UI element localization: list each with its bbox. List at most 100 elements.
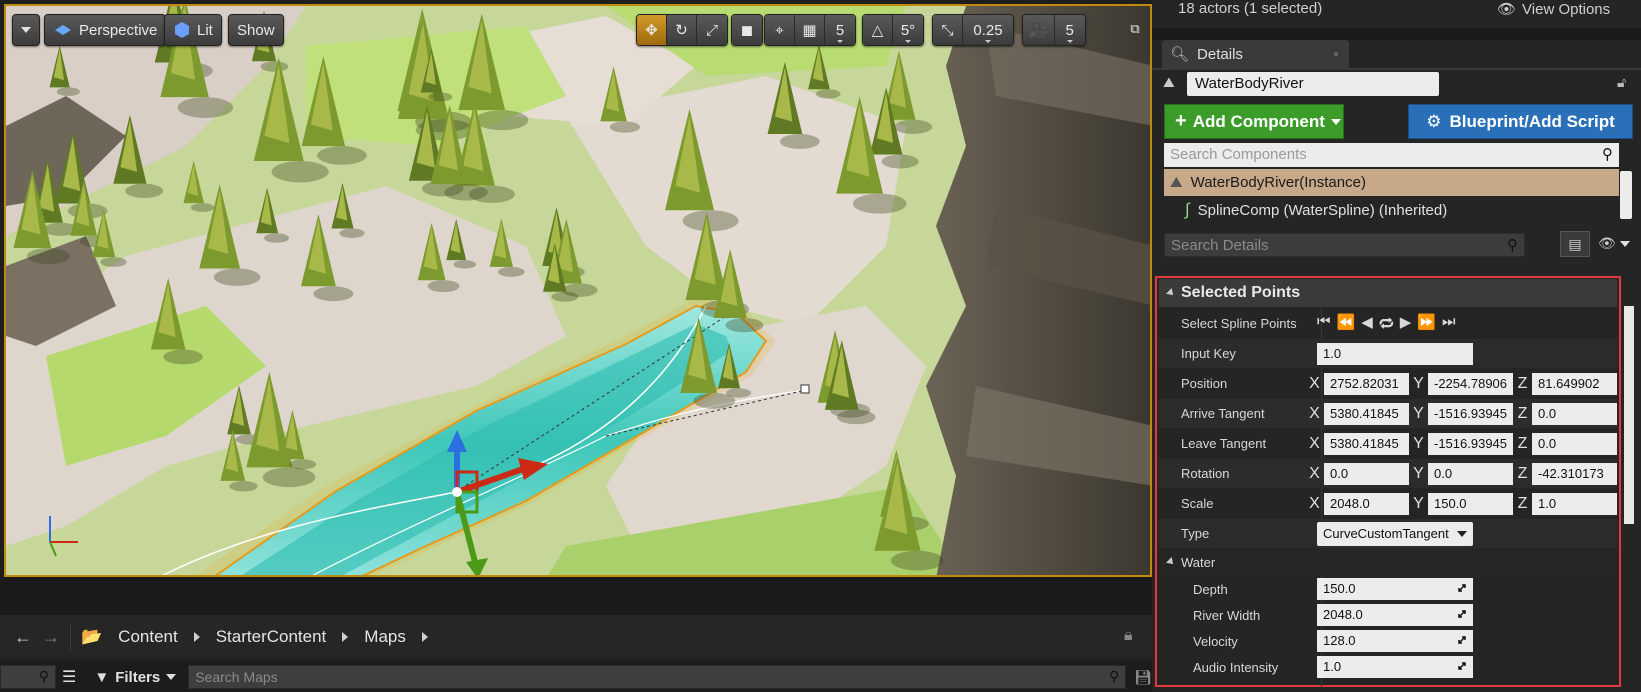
breadcrumb-content[interactable]: Content	[118, 627, 178, 647]
arrive-y-field[interactable]: -1516.93945	[1428, 402, 1513, 425]
axis-z-label: Z	[1517, 494, 1528, 512]
grid-snap-value[interactable]: 5	[825, 15, 855, 45]
rotation-x-field[interactable]: 0.0	[1324, 462, 1409, 485]
select-first-icon[interactable]: ⏮	[1317, 313, 1331, 335]
scale-snap-value[interactable]: 0.25	[963, 15, 1013, 45]
components-scrollbar[interactable]	[1620, 171, 1632, 219]
lock-icon[interactable]: 🔓︎	[1617, 74, 1626, 91]
axis-y-label: Y	[1413, 404, 1424, 422]
chevron-down-icon	[1066, 40, 1073, 43]
camera-icon: 🎥	[1029, 22, 1048, 39]
viewport-scene[interactable]	[6, 6, 1152, 577]
chevron-right-icon[interactable]	[421, 632, 428, 642]
tab-close-icon[interactable]: ●	[1333, 49, 1339, 60]
level-viewport[interactable]: Perspective Lit Show ✥ ↻ ⤢ ◼ ⌖ ▦ 5 △ 5° …	[4, 4, 1152, 577]
river-width-field[interactable]: 2048.0	[1317, 604, 1473, 626]
sources-search-input[interactable]: ⚲	[0, 665, 56, 689]
chevron-down-icon	[985, 40, 991, 43]
actor-icon: ⛰︎	[1170, 174, 1183, 191]
leave-z-field[interactable]: 0.0	[1532, 432, 1617, 455]
breadcrumb-maps[interactable]: Maps	[364, 627, 406, 647]
rotation-z-field[interactable]: -42.310173	[1532, 462, 1617, 485]
audio-intensity-field[interactable]: 1.0	[1317, 656, 1473, 678]
select-last-icon[interactable]: ⏭	[1442, 313, 1456, 335]
viewport-menu-button[interactable]	[12, 14, 40, 46]
type-dropdown[interactable]: CurveCustomTangent	[1317, 521, 1473, 546]
details-scrollbar[interactable]	[1624, 306, 1634, 524]
axis-x-label: X	[1309, 404, 1320, 422]
search-details-placeholder: Search Details	[1171, 237, 1269, 254]
tab-details[interactable]: 🔍︎ Details ●	[1162, 40, 1349, 68]
filters-button[interactable]: ▼ Filters	[94, 669, 177, 686]
breadcrumb: 📂 Content StarterContent Maps	[81, 627, 428, 647]
scale-x-field[interactable]: 2048.0	[1324, 492, 1409, 515]
chevron-down-icon	[837, 40, 843, 43]
arrive-x-field[interactable]: 5380.41845	[1324, 402, 1409, 425]
grid-snap-toggle[interactable]: ▦	[795, 15, 825, 45]
input-key-field[interactable]: 1.0	[1317, 342, 1473, 365]
label-leave-tangent: Leave Tangent	[1181, 436, 1267, 451]
scale-snap-toggle[interactable]: ⤡	[933, 15, 963, 45]
add-component-button[interactable]: + Add Component	[1164, 104, 1344, 139]
row-velocity: Velocity 128.0	[1159, 628, 1617, 654]
rotate-snap-toggle[interactable]: △	[863, 15, 893, 45]
section-selected-points[interactable]: Selected Points	[1159, 279, 1617, 307]
depth-field[interactable]: 150.0	[1317, 578, 1473, 600]
lock-icon[interactable]: 🔒︎	[1124, 627, 1133, 645]
search-components-input[interactable]: Search Components ⚲	[1164, 143, 1619, 167]
chevron-right-icon[interactable]	[342, 632, 349, 642]
view-options-button[interactable]: 👁︎ View Options	[1497, 0, 1610, 19]
camera-speed-value[interactable]: 5	[1054, 15, 1085, 45]
view-mode-button[interactable]: Lit	[164, 14, 222, 46]
leave-y-field[interactable]: -1516.93945	[1428, 432, 1513, 455]
show-label: Show	[237, 21, 275, 39]
rotate-tool-button[interactable]: ↻	[667, 15, 697, 45]
scale-z-field[interactable]: 1.0	[1532, 492, 1617, 515]
select-next-icon[interactable]: ▶	[1400, 313, 1412, 335]
select-next-add-icon[interactable]: ⏩	[1417, 313, 1436, 335]
property-matrix-button[interactable]: ▤	[1560, 231, 1590, 257]
grid-snap-group: ⌖ ▦ 5	[764, 14, 856, 46]
world-local-toggle[interactable]: ◼	[732, 15, 762, 45]
row-water-category[interactable]: Water	[1159, 549, 1617, 575]
label-arrive-tangent: Arrive Tangent	[1181, 406, 1265, 421]
breadcrumb-startercontent[interactable]: StarterContent	[216, 627, 327, 647]
component-spline-item[interactable]: ∫ SplineComp (WaterSpline) (Inherited)	[1185, 200, 1447, 220]
back-arrow-icon[interactable]: ←	[14, 627, 32, 648]
select-prev-add-icon[interactable]: ⏪	[1337, 313, 1356, 335]
maximize-viewport-button[interactable]: ⧉	[1124, 16, 1146, 42]
row-scale: Scale X 2048.0 Y 150.0 Z 1.0	[1159, 489, 1617, 518]
scale-y-field[interactable]: 150.0	[1428, 492, 1513, 515]
view-list-icon[interactable]: ☰	[62, 667, 76, 687]
visibility-filter-button[interactable]: 👁︎	[1598, 235, 1630, 252]
actor-name-field[interactable]: WaterBodyRiver	[1187, 72, 1439, 96]
velocity-field[interactable]: 128.0	[1317, 630, 1473, 652]
position-z-field[interactable]: 81.649902	[1532, 372, 1617, 395]
search-details-input[interactable]: Search Details ⚲	[1164, 233, 1525, 257]
select-all-icon[interactable]: 🔁︎	[1379, 313, 1394, 335]
rotate-snap-value[interactable]: 5°	[893, 15, 923, 45]
blueprint-add-script-button[interactable]: ⚙ Blueprint/Add Script	[1408, 104, 1633, 139]
chevron-right-icon[interactable]	[193, 632, 200, 642]
scale-tool-button[interactable]: ⤢	[697, 15, 727, 45]
perspective-cube-icon	[55, 25, 71, 35]
tab-details-label: Details	[1197, 45, 1243, 63]
leave-x-field[interactable]: 5380.41845	[1324, 432, 1409, 455]
translate-tool-button[interactable]: ✥	[637, 15, 667, 45]
perspective-button[interactable]: Perspective	[44, 14, 167, 46]
save-search-icon[interactable]: 💾︎	[1134, 669, 1152, 686]
axis-z-label: Z	[1517, 404, 1528, 422]
position-y-field[interactable]: -2254.78906	[1428, 372, 1513, 395]
select-prev-icon[interactable]: ◀	[1361, 313, 1373, 335]
arrive-z-field[interactable]: 0.0	[1532, 402, 1617, 425]
component-root-item[interactable]: ⛰︎ WaterBodyRiver(Instance)	[1164, 169, 1619, 196]
show-button[interactable]: Show	[228, 14, 284, 46]
outliner-status: 18 actors (1 selected)	[1178, 0, 1323, 17]
camera-speed-button[interactable]: 🎥	[1023, 15, 1055, 45]
position-x-field[interactable]: 2752.82031	[1324, 372, 1409, 395]
label-water: Water	[1181, 554, 1216, 570]
surface-snap-button[interactable]: ⌖	[765, 15, 795, 45]
forward-arrow-icon[interactable]: →	[42, 627, 60, 648]
rotation-y-field[interactable]: 0.0	[1428, 462, 1513, 485]
asset-search-input[interactable]: Search Maps ⚲	[188, 665, 1127, 689]
